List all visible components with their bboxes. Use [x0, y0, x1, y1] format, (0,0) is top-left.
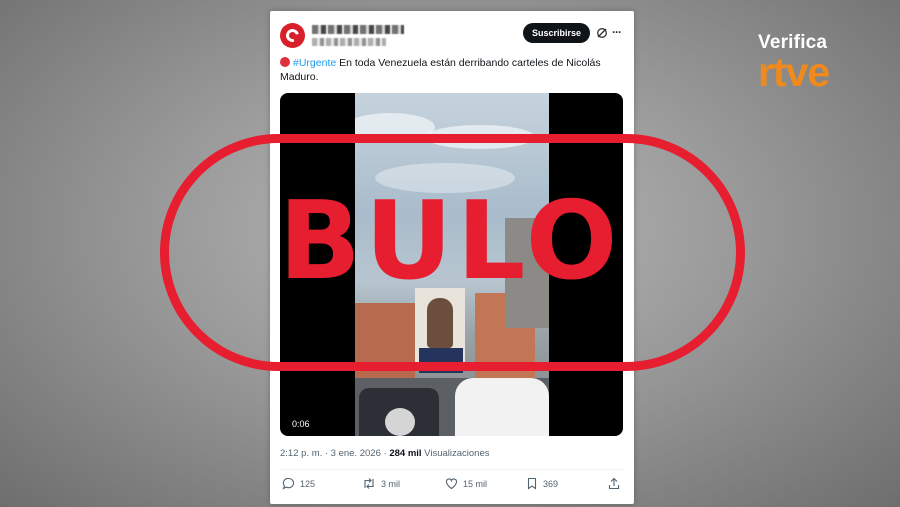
brand-rtve-text: rtve: [758, 49, 830, 95]
tweet-text: #Urgente En toda Venezuela están derriba…: [280, 56, 620, 84]
reply-button[interactable]: 125: [282, 477, 315, 490]
verifica-rtve-logo: Verifica rtve: [758, 32, 878, 95]
avatar[interactable]: [280, 23, 305, 48]
reply-count: 125: [300, 478, 316, 489]
repost-icon: [364, 478, 374, 489]
red-circle-emoji: [280, 57, 290, 67]
repost-button[interactable]: 3 mil: [362, 477, 400, 490]
tweet-meta: 2:12 p. m. · 3 ene. 2026 · 284 mil Visua…: [280, 448, 490, 459]
bookmark-count: 369: [543, 478, 559, 489]
grok-icon[interactable]: [596, 27, 608, 39]
heart-icon: [445, 478, 458, 490]
bookmark-button[interactable]: 369: [526, 477, 558, 490]
share-icon: [608, 477, 620, 490]
blurred-handle: [312, 38, 386, 46]
divider: [280, 469, 623, 470]
reply-icon: [282, 477, 295, 490]
tweet-actions: 125 3 mil 15 mil 369: [282, 477, 620, 495]
repost-count: 3 mil: [381, 478, 401, 489]
share-button[interactable]: [608, 477, 625, 490]
bookmark-icon: [527, 477, 537, 490]
views-label: Visualizaciones: [421, 448, 490, 459]
fake-stamp-label: BULO: [278, 179, 622, 304]
views-count: 284 mil: [389, 448, 422, 459]
more-options-icon[interactable]: ···: [612, 25, 622, 39]
like-button[interactable]: 15 mil: [445, 477, 487, 490]
post-time-date[interactable]: 2:12 p. m. · 3 ene. 2026 ·: [280, 448, 389, 459]
blurred-display-name: [312, 25, 404, 34]
like-count: 15 mil: [463, 478, 488, 489]
hashtag-link[interactable]: #Urgente: [293, 57, 336, 69]
subscribe-button[interactable]: Suscribirse: [523, 23, 590, 43]
video-timestamp: 0:06: [292, 419, 310, 429]
